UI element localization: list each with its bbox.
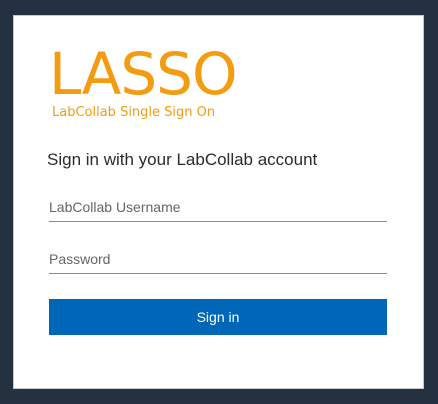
logo-subtitle: LabCollab Single Sign On bbox=[52, 105, 216, 120]
login-card: LASSO LabCollab Single Sign On Sign in w… bbox=[13, 15, 424, 389]
password-input[interactable] bbox=[49, 244, 387, 274]
username-input[interactable] bbox=[49, 192, 387, 222]
signin-heading: Sign in with your LabCollab account bbox=[47, 150, 318, 169]
lasso-logo: LASSO LabCollab Single Sign On bbox=[49, 40, 238, 120]
signin-button[interactable]: Sign in bbox=[49, 299, 387, 335]
logo-title: LASSO bbox=[49, 40, 238, 108]
